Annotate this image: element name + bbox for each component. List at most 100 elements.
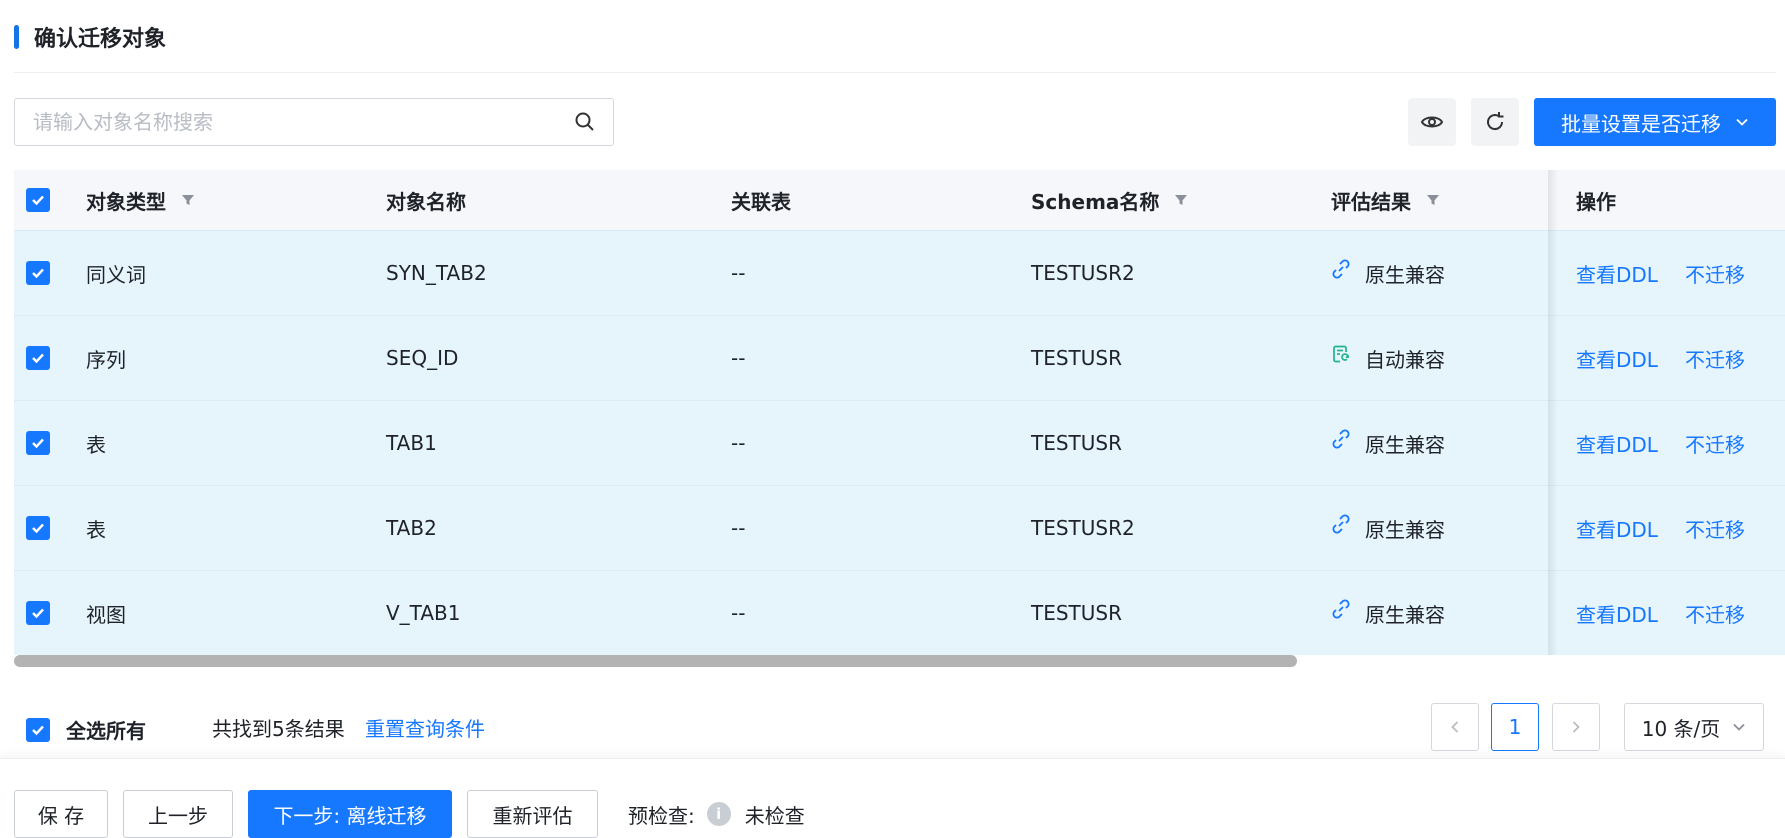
cell-object-name: SEQ_ID <box>386 346 459 370</box>
refresh-icon <box>1487 112 1504 131</box>
page-size-value: 10 条/页 <box>1641 716 1721 741</box>
cell-object-type: 表 <box>86 432 106 457</box>
cell-related-table: -- <box>731 516 746 540</box>
table-row: 同义词 SYN_TAB2 -- TESTUSR2 原生兼容 查看DDL 不迁移 <box>14 230 1785 315</box>
cell-schema: TESTUSR2 <box>1031 516 1135 540</box>
link-icon <box>1332 599 1350 619</box>
horizontal-scrollbar[interactable] <box>14 655 1785 667</box>
eval-result-label: 原生兼容 <box>1365 432 1445 457</box>
reset-query-link[interactable]: 重置查询条件 <box>365 715 485 741</box>
page-size-select[interactable]: 10 条/页 <box>1624 703 1764 751</box>
search-icon[interactable] <box>573 110 597 134</box>
section-header: 确认迁移对象 <box>14 22 166 52</box>
cell-object-name: V_TAB1 <box>386 601 461 625</box>
filter-icon[interactable] <box>180 192 196 208</box>
cell-object-type: 序列 <box>86 347 126 372</box>
object-table: 对象类型 对象名称 关联表 Schema名称 评估结果 操作 同义词 SYN_TA… <box>14 170 1785 655</box>
skip-migration-link[interactable]: 不迁移 <box>1685 571 1745 655</box>
column-label: 对象名称 <box>386 189 466 214</box>
skip-migration-link[interactable]: 不迁移 <box>1685 316 1745 400</box>
column-header-name: 对象名称 <box>386 170 466 230</box>
cell-object-name: TAB1 <box>386 431 437 455</box>
page-number-button[interactable]: 1 <box>1491 703 1539 751</box>
cell-eval-result: 原生兼容 <box>1331 401 1445 485</box>
next-page-button[interactable] <box>1552 703 1600 751</box>
eye-icon <box>1420 116 1444 128</box>
chevron-left-icon <box>1451 721 1459 733</box>
view-toggle-button[interactable] <box>1408 98 1456 146</box>
link-icon <box>1332 259 1350 279</box>
column-label: Schema名称 <box>1031 189 1160 214</box>
reassess-button[interactable]: 重新评估 <box>467 790 598 838</box>
table-row: 序列 SEQ_ID -- TESTUSR 自动兼容 查看DDL 不迁移 <box>14 315 1785 400</box>
check-icon <box>32 438 44 449</box>
cell-object-type: 视图 <box>86 602 126 627</box>
info-icon[interactable]: i <box>706 802 731 826</box>
filter-icon[interactable] <box>1173 192 1189 208</box>
check-icon <box>32 523 44 534</box>
eval-result-label: 原生兼容 <box>1365 517 1445 542</box>
search-input[interactable] <box>15 99 555 145</box>
column-label: 评估结果 <box>1331 189 1411 214</box>
page-title: 确认迁移对象 <box>34 27 167 52</box>
cell-eval-result: 原生兼容 <box>1331 231 1445 315</box>
row-checkbox[interactable] <box>26 571 50 655</box>
search-box <box>14 98 614 146</box>
column-header-related: 关联表 <box>731 170 791 230</box>
row-checkbox[interactable] <box>26 231 50 315</box>
previous-step-button[interactable]: 上一步 <box>123 790 233 838</box>
divider <box>14 72 1776 73</box>
column-header-eval: 评估结果 <box>1331 170 1441 230</box>
header-select-all-checkbox[interactable] <box>26 170 50 230</box>
precheck-status: 预检查: i 未检查 <box>628 790 805 838</box>
view-ddl-link[interactable]: 查看DDL <box>1576 231 1658 315</box>
filter-icon[interactable] <box>1425 192 1441 208</box>
row-checkbox[interactable] <box>26 486 50 570</box>
title-accent-bar <box>14 25 19 49</box>
skip-migration-link[interactable]: 不迁移 <box>1685 401 1745 485</box>
next-step-button[interactable]: 下一步: 离线迁移 <box>248 790 452 838</box>
cell-object-type: 同义词 <box>86 262 146 287</box>
cell-eval-result: 自动兼容 <box>1331 316 1445 400</box>
column-label: 关联表 <box>731 189 791 214</box>
view-ddl-link[interactable]: 查看DDL <box>1576 571 1658 655</box>
prev-page-button[interactable] <box>1431 703 1479 751</box>
select-all-checkbox[interactable]: 全选所有 <box>26 715 146 744</box>
cell-schema: TESTUSR <box>1031 431 1122 455</box>
cell-schema: TESTUSR <box>1031 346 1122 370</box>
cell-object-name: SYN_TAB2 <box>386 261 487 285</box>
link-icon <box>1332 429 1350 449</box>
precheck-label: 预检查: <box>628 803 695 828</box>
auto-convert-icon <box>1333 345 1349 363</box>
check-icon <box>32 725 44 735</box>
cell-eval-result: 原生兼容 <box>1331 486 1445 570</box>
result-count: 共找到5条结果 <box>212 716 345 741</box>
skip-migration-link[interactable]: 不迁移 <box>1685 486 1745 570</box>
column-label: 操作 <box>1576 189 1616 214</box>
cell-schema: TESTUSR2 <box>1031 261 1135 285</box>
eval-result-label: 原生兼容 <box>1365 602 1445 627</box>
eval-result-label: 自动兼容 <box>1365 347 1445 372</box>
view-ddl-link[interactable]: 查看DDL <box>1576 316 1658 400</box>
view-ddl-link[interactable]: 查看DDL <box>1576 401 1658 485</box>
column-header-actions: 操作 <box>1576 170 1616 230</box>
column-header-type: 对象类型 <box>86 170 196 230</box>
cell-related-table: -- <box>731 601 746 625</box>
check-icon <box>32 608 44 619</box>
table-row: 表 TAB2 -- TESTUSR2 原生兼容 查看DDL 不迁移 <box>14 485 1785 570</box>
skip-migration-link[interactable]: 不迁移 <box>1685 231 1745 315</box>
chevron-right-icon <box>1572 721 1580 733</box>
cell-object-type: 表 <box>86 517 106 542</box>
refresh-button[interactable] <box>1471 98 1519 146</box>
cell-object-name: TAB2 <box>386 516 437 540</box>
select-all-label: 全选所有 <box>66 719 146 743</box>
row-checkbox[interactable] <box>26 401 50 485</box>
save-button[interactable]: 保 存 <box>14 790 108 838</box>
view-ddl-link[interactable]: 查看DDL <box>1576 486 1658 570</box>
column-header-schema: Schema名称 <box>1031 170 1189 230</box>
eval-result-label: 原生兼容 <box>1365 262 1445 287</box>
bulk-set-migrate-label: 批量设置是否迁移 <box>1561 111 1721 136</box>
scrollbar-thumb[interactable] <box>14 655 1297 667</box>
bulk-set-migrate-button[interactable]: 批量设置是否迁移 <box>1534 98 1776 146</box>
row-checkbox[interactable] <box>26 316 50 400</box>
